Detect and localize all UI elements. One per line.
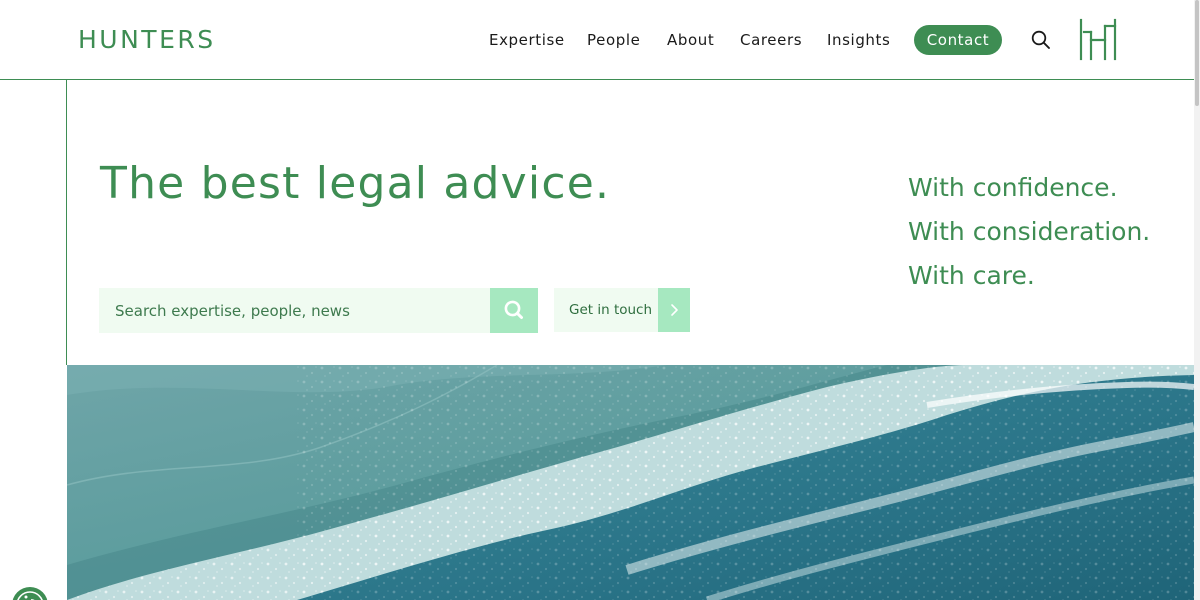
nav-people[interactable]: People [587,30,640,50]
search-input[interactable] [99,288,490,333]
site-header: HUNTERS Expertise People About Careers I… [0,0,1200,80]
hero-ocean-image [67,365,1194,600]
nav-expertise[interactable]: Expertise [489,30,565,50]
monogram-logo-icon[interactable] [1078,18,1118,61]
nav-careers[interactable]: Careers [740,30,802,50]
get-in-touch-button[interactable]: Get in touch [554,288,690,332]
hero-headline: The best legal advice. [100,158,611,209]
tagline-care: With care. [908,261,1035,290]
contact-button[interactable]: Contact [914,25,1002,55]
get-in-touch-label: Get in touch [569,302,653,318]
scrollbar-thumb[interactable] [1195,0,1199,106]
tagline-consideration: With consideration. [908,217,1151,246]
search-icon [504,300,523,319]
page-scrollbar[interactable] [1194,0,1200,600]
search-submit-button[interactable] [490,288,538,333]
frame-divider [66,80,67,365]
site-search-form [99,288,538,333]
chevron-right-icon [658,288,690,332]
accessibility-icon[interactable] [12,587,48,600]
nav-insights[interactable]: Insights [827,30,890,50]
nav-about[interactable]: About [667,30,714,50]
search-icon[interactable] [1030,29,1052,51]
tagline-confidence: With confidence. [908,173,1118,202]
hunters-logo[interactable]: HUNTERS [78,26,216,54]
